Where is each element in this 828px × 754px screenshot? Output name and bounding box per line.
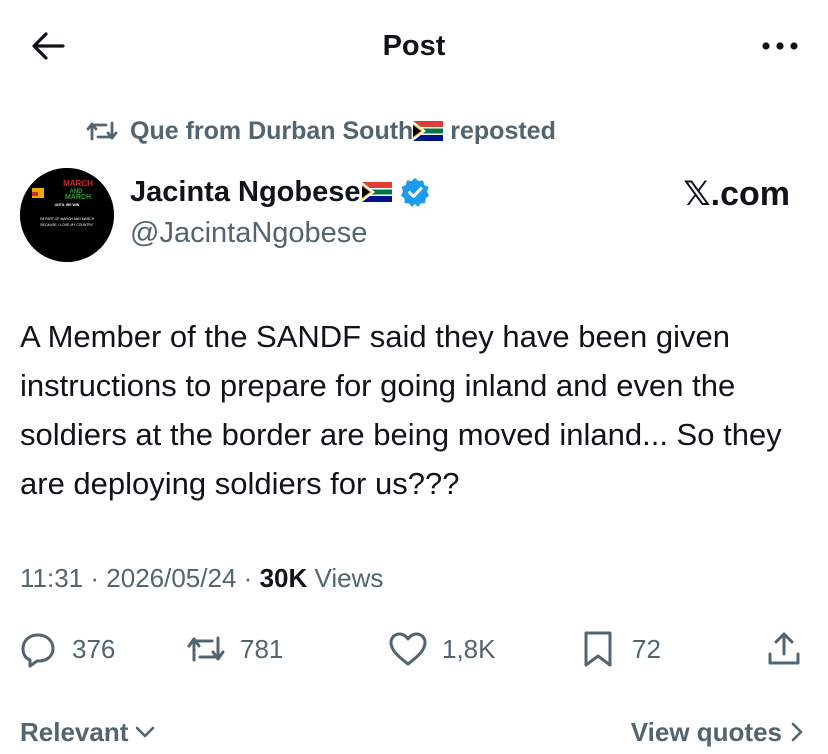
avatar-text-6: BECAUSE, I LOVE MY COUNTRY. <box>40 223 93 227</box>
sort-dropdown[interactable]: Relevant <box>20 712 156 752</box>
meta-separator: · <box>243 563 253 593</box>
repost-context[interactable]: Que from Durban South reposted <box>86 114 556 148</box>
replies-header: Relevant View quotes <box>0 712 828 752</box>
reply-icon <box>18 629 58 669</box>
repost-button[interactable]: 781 <box>186 622 283 676</box>
author-handle[interactable]: @JacintaNgobese <box>130 214 367 252</box>
tweet-meta: 11:31 · 2026/05/24 · 30K Views <box>20 560 383 596</box>
author-name[interactable]: Jacinta Ngobese <box>130 176 360 209</box>
top-bar: Post <box>0 0 828 90</box>
more-horizontal-icon <box>762 42 798 50</box>
view-quotes-link[interactable]: View quotes <box>631 712 804 752</box>
bookmark-button[interactable]: 72 <box>578 622 661 676</box>
author-name-row[interactable]: Jacinta Ngobese <box>130 172 430 212</box>
tweet-text: A Member of the SANDF said they have bee… <box>20 319 782 501</box>
like-count: 1,8K <box>442 633 496 664</box>
tweet-date[interactable]: 2026/05/24 <box>106 563 236 593</box>
avatar-text-3: MARCH <box>65 194 91 201</box>
avatar-text-4: UNTIL WE WIN <box>55 203 80 207</box>
verified-badge-icon <box>401 178 430 207</box>
sort-label: Relevant <box>20 716 129 747</box>
share-button[interactable] <box>764 622 804 676</box>
reposted-label: reposted <box>443 116 556 145</box>
south-africa-flag-icon <box>413 121 444 141</box>
share-icon <box>764 629 804 669</box>
chevron-right-icon <box>791 722 803 742</box>
south-africa-flag-icon <box>362 182 393 202</box>
source-label: 𝕏.com <box>683 175 790 213</box>
views-label: Views <box>314 563 384 593</box>
bookmark-icon <box>578 629 618 669</box>
heart-icon <box>388 629 428 669</box>
like-button[interactable]: 1,8K <box>388 622 496 676</box>
reply-button[interactable]: 376 <box>18 622 115 676</box>
tweet-time[interactable]: 11:31 <box>20 563 83 593</box>
views-count: 30K <box>259 563 308 593</box>
avatar[interactable]: MARCH AND MARCH UNTIL WE WIN I'M PART OF… <box>20 168 114 262</box>
repost-icon <box>86 117 120 145</box>
reply-count: 376 <box>72 633 116 664</box>
repost-count: 781 <box>240 633 284 664</box>
repost-icon <box>186 629 226 669</box>
chevron-down-icon <box>136 726 155 738</box>
view-quotes-label: View quotes <box>630 716 782 747</box>
page-title: Post <box>382 30 446 62</box>
avatar-image: MARCH AND MARCH UNTIL WE WIN I'M PART OF… <box>20 168 114 262</box>
action-bar: 376 781 1,8K 72 <box>0 622 828 676</box>
reposter-name[interactable]: Que from Durban South <box>130 117 413 146</box>
bookmark-count: 72 <box>632 633 661 664</box>
more-options-button[interactable] <box>756 26 804 66</box>
avatar-text-5: I'M PART OF MARCH AND MARCH <box>40 217 95 221</box>
meta-separator: · <box>90 563 100 593</box>
avatar-text-1: MARCH <box>63 179 93 188</box>
